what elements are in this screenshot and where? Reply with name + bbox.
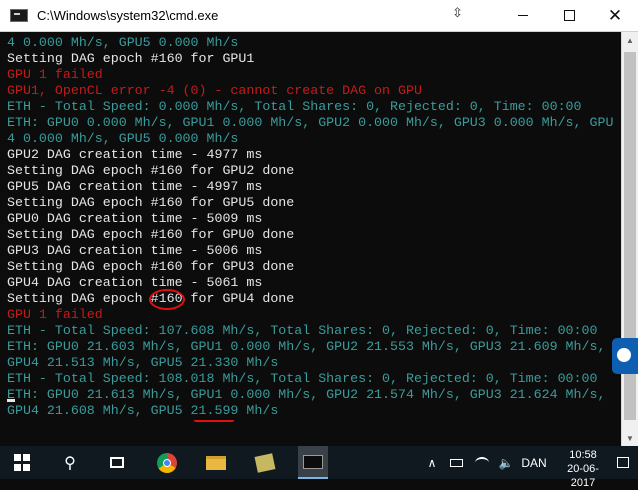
console-line: ETH - Total Speed: 108.018 Mh/s, Total S… (7, 371, 598, 386)
console-line: ETH: GPU0 0.000 Mh/s, GPU1 0.000 Mh/s, G… (7, 115, 614, 130)
console-line: 4 0.000 Mh/s, GPU5 0.000 Mh/s (7, 131, 239, 146)
console-line: ETH - Total Speed: 107.608 Mh/s, Total S… (7, 323, 598, 338)
close-icon: ✕ (607, 6, 623, 25)
console-line: Setting DAG epoch #160 for GPU0 done (7, 227, 295, 242)
scroll-down-arrow-icon[interactable]: ▼ (622, 430, 638, 446)
taskbar: ⚲ ∧ 🔈 DAN 10:58 20-06-2017 (0, 446, 638, 489)
cmd-taskbar-icon (303, 454, 323, 469)
task-view-icon (110, 457, 124, 468)
network-icon[interactable] (472, 446, 492, 479)
text-cursor (7, 399, 15, 402)
battery-icon[interactable] (446, 446, 466, 479)
console-line: Setting DAG epoch #160 for GPU2 done (7, 163, 295, 178)
minimize-button[interactable] (500, 0, 546, 31)
red-underline-annotation (194, 420, 234, 422)
notification-center-icon[interactable] (611, 446, 635, 479)
console-line: ETH: GPU0 21.613 Mh/s, GPU1 0.000 Mh/s, … (7, 387, 606, 402)
volume-icon[interactable]: 🔈 (497, 446, 515, 479)
cmd-icon[interactable] (10, 9, 28, 22)
console-line: GPU 1 failed (7, 67, 103, 82)
search-button[interactable]: ⚲ (55, 446, 85, 479)
window-title: C:\Windows\system32\cmd.exe (37, 8, 219, 23)
console-output[interactable]: 4 0.000 Mh/s, GPU5 0.000 Mh/s Setting DAG… (0, 32, 621, 446)
console-line: Setting DAG epoch #160 for GPU5 done (7, 195, 295, 210)
console-line: Setting DAG epoch #160 for GPU1 (7, 51, 255, 66)
cmd-taskbar-button[interactable] (298, 446, 328, 479)
teamviewer-icon[interactable] (612, 338, 638, 374)
console-line: ETH - Total Speed: 0.000 Mh/s, Total Sha… (7, 99, 582, 114)
console-line: GPU0 DAG creation time - 5009 ms (7, 211, 263, 226)
console-line: 4 0.000 Mh/s, GPU5 0.000 Mh/s (7, 35, 239, 50)
chrome-icon (157, 452, 177, 473)
app-icon (254, 452, 276, 473)
console-line: GPU4 21.608 Mh/s, GPU5 21.599 Mh/s (7, 403, 279, 418)
title-bar[interactable]: C:\Windows\system32\cmd.exe ⇳ ✕ (0, 0, 638, 32)
maximize-icon (563, 10, 575, 21)
red-circle-annotation (149, 289, 185, 310)
console-line: Setting DAG epoch #160 for GPU3 done (7, 259, 295, 274)
console-line: GPU4 21.513 Mh/s, GPU5 21.330 Mh/s (7, 355, 279, 370)
app-taskbar-button[interactable] (250, 446, 280, 479)
search-icon: ⚲ (64, 454, 76, 472)
console-line: GPU5 DAG creation time - 4997 ms (7, 179, 263, 194)
input-language[interactable]: DAN (517, 446, 551, 479)
chrome-taskbar-button[interactable] (152, 446, 182, 479)
clock[interactable]: 10:58 20-06-2017 (556, 446, 610, 489)
clock-time: 10:58 (569, 449, 597, 461)
windows-logo-icon (13, 453, 30, 472)
show-hidden-icons-button[interactable]: ∧ (424, 446, 440, 479)
task-view-button[interactable] (102, 446, 132, 479)
vertical-scrollbar[interactable]: ▲ ▼ (621, 32, 638, 446)
console-line: GPU2 DAG creation time - 4977 ms (7, 147, 263, 162)
console-line: GPU4 DAG creation time - 5061 ms (7, 275, 263, 290)
close-button[interactable]: ✕ (592, 0, 638, 31)
scroll-up-arrow-icon[interactable]: ▲ (622, 32, 638, 48)
start-button[interactable] (8, 446, 34, 479)
console-line: ETH: GPU0 21.603 Mh/s, GPU1 0.000 Mh/s, … (7, 339, 606, 354)
maximize-button[interactable] (546, 0, 592, 31)
clock-date: 20-06-2017 (567, 463, 599, 489)
file-explorer-taskbar-button[interactable] (201, 446, 231, 479)
console-line: GPU3 DAG creation time - 5006 ms (7, 243, 263, 258)
move-cursor-icon: ⇳ (452, 5, 463, 20)
console-line: GPU 1 failed (7, 307, 103, 322)
minimize-icon (518, 15, 528, 16)
console-line: GPU1, OpenCL error -4 (0) - cannot creat… (7, 83, 422, 98)
folder-icon (206, 455, 226, 470)
